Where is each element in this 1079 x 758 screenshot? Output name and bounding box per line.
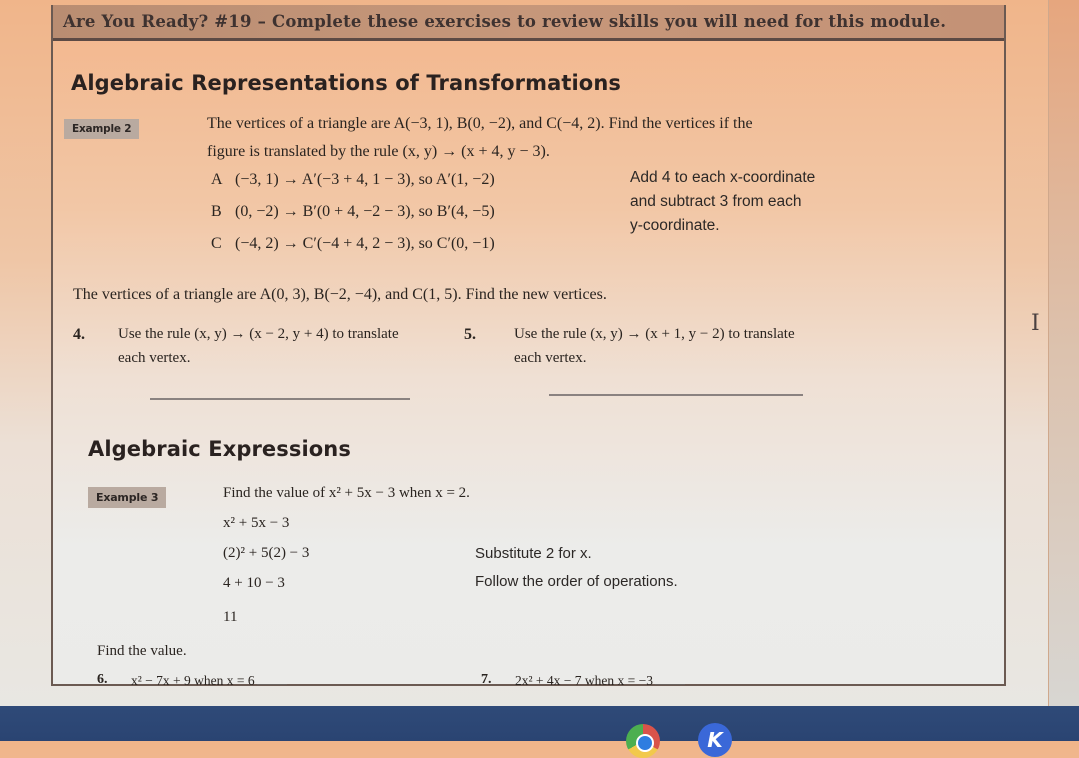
step-c-label: C: [211, 235, 222, 252]
exercise-6-number: 6.: [97, 672, 108, 687]
exercise-5-line2: each vertex.: [514, 350, 587, 366]
section-heading-transformations: Algebraic Representations of Transformat…: [71, 71, 621, 95]
exercise-4-answer-line[interactable]: [150, 398, 410, 400]
exercise-5-answer-line[interactable]: [549, 394, 803, 396]
step-a-label: A: [211, 171, 223, 188]
worksheet-title: Are You Ready? #19 – Complete these exer…: [53, 5, 1004, 41]
find-value-prompt: Find the value.: [97, 643, 187, 659]
example-3-note-2: Substitute 2 for x.: [475, 545, 592, 562]
example-3-step-2: (2)² + 5(2) − 3: [223, 545, 310, 561]
example-3-step-3: 4 + 10 − 3: [223, 575, 285, 591]
exercise-7-answer-blank[interactable]: [655, 672, 685, 685]
example-3-step-1: x² + 5x − 3: [223, 515, 290, 531]
step-b-label: B: [211, 203, 222, 220]
exercise-6-answer-blank[interactable]: [256, 672, 287, 685]
exercise-5-line1: Use the rule (x, y) → (x + 1, y − 2) to …: [514, 326, 795, 342]
worksheet-page: Are You Ready? #19 – Complete these exer…: [51, 5, 1006, 689]
example-2-text-line1: The vertices of a triangle are A(−3, 1),…: [207, 115, 753, 132]
exercise-7-expression: 2x² + 4x − 7 when x = −3: [515, 673, 653, 688]
exercise-5-number: 5.: [464, 326, 476, 343]
exercise-7-number: 7.: [481, 672, 492, 687]
example-2-text-line2: figure is translated by the rule (x, y) …: [207, 143, 550, 160]
step-a-work: (−3, 1) → A′(−3 + 4, 1 − 3), so A′(1, −2…: [235, 171, 495, 188]
k-app-icon[interactable]: K: [698, 723, 732, 757]
text-cursor-icon: I: [1031, 311, 1040, 336]
exercise-6-row: x² − 7x + 9 when x = 6: [131, 672, 287, 689]
taskbar: K: [0, 706, 1079, 758]
example-3-badge: Example 3: [88, 487, 167, 508]
note-line-1: Add 4 to each x-coordinate: [630, 169, 816, 186]
exercise-4-line1: Use the rule (x, y) → (x − 2, y + 4) to …: [118, 326, 399, 342]
step-b-work: (0, −2) → B′(0 + 4, −2 − 3), so B′(4, −5…: [235, 203, 495, 220]
exercise-6-expression: x² − 7x + 9 when x = 6: [131, 673, 255, 688]
exercise-4-number: 4.: [73, 326, 85, 343]
step-c-work: (−4, 2) → C′(−4 + 4, 2 − 3), so C′(0, −1…: [235, 235, 495, 252]
note-line-2: and subtract 3 from each: [630, 193, 802, 210]
example-2-badge: Example 2: [64, 119, 140, 139]
example-3-step-4: 11: [223, 609, 238, 625]
exercise-4-line2: each vertex.: [118, 350, 191, 366]
example-3-note-3: Follow the order of operations.: [475, 573, 678, 590]
transform-prompt: The vertices of a triangle are A(0, 3), …: [73, 286, 607, 303]
note-line-3: y-coordinate.: [630, 217, 720, 234]
exercise-7-row: 2x² + 4x − 7 when x = −3: [515, 672, 685, 689]
example-3-text: Find the value of x² + 5x − 3 when x = 2…: [223, 485, 470, 501]
screen-edge: [1048, 0, 1079, 706]
chrome-icon[interactable]: [626, 724, 660, 758]
section-heading-expressions: Algebraic Expressions: [88, 437, 351, 461]
